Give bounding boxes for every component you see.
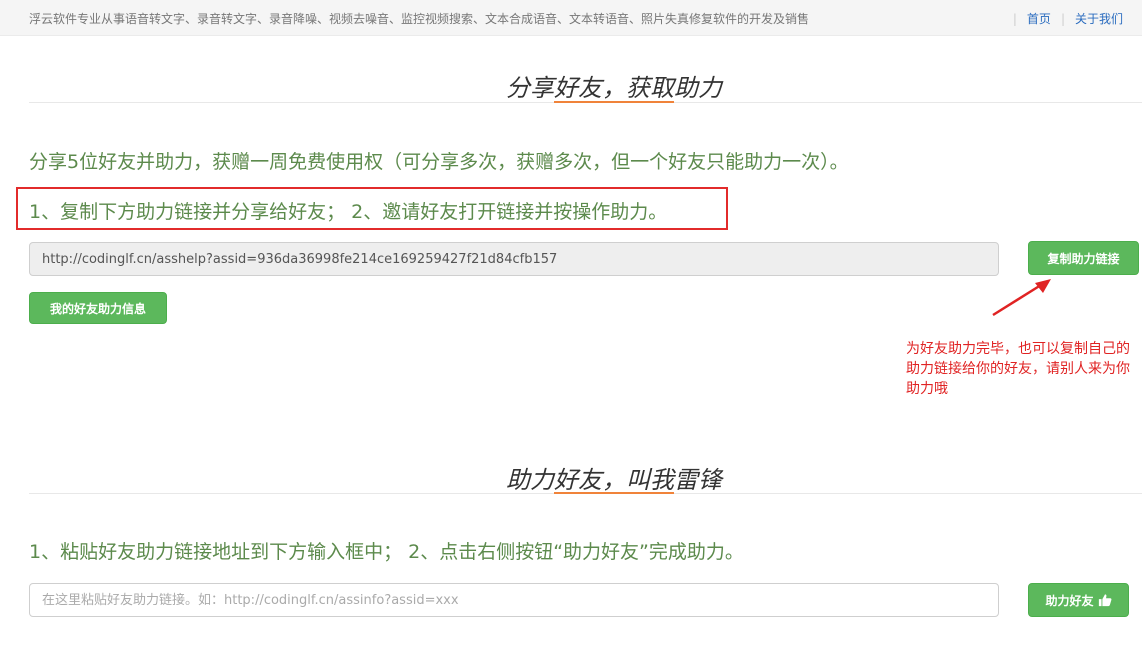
nav-separator: |: [1012, 11, 1017, 26]
nav-separator: |: [1060, 11, 1065, 26]
share-section-title: 分享好友，获取助力: [506, 74, 722, 102]
copy-link-button[interactable]: 复制助力链接: [1028, 241, 1139, 275]
top-nav: | 首页 | 关于我们: [1003, 10, 1123, 27]
copy-link-button-label: 复制助力链接: [1047, 251, 1120, 266]
share-intro-text: 分享5位好友并助力，获赠一周免费使用权（可分享多次，获赠多次，但一个好友只能助力…: [29, 151, 849, 173]
site-description: 浮云软件专业从事语音转文字、录音转文字、录音降噪、视频去噪音、监控视频搜索、文本…: [29, 12, 810, 26]
share-link-field[interactable]: [29, 242, 999, 276]
help-steps-text: 1、粘贴好友助力链接地址到下方输入框中； 2、点击右侧按钮“助力好友”完成助力。: [29, 541, 744, 563]
top-bar: 浮云软件专业从事语音转文字、录音转文字、录音降噪、视频去噪音、监控视频搜索、文本…: [0, 0, 1142, 36]
nav-about-link[interactable]: 关于我们: [1075, 10, 1123, 27]
help-title-underline: [554, 492, 674, 494]
my-friend-help-info-label: 我的好友助力信息: [49, 301, 146, 316]
my-friend-help-info-button[interactable]: 我的好友助力信息: [29, 292, 167, 324]
thumbs-up-icon: [1098, 593, 1112, 607]
annotation-note: 为好友助力完毕，也可以复制自己的助力链接给你的好友，请别人来为你助力哦: [906, 341, 1130, 397]
help-friend-button[interactable]: 助力好友: [1028, 583, 1129, 617]
share-steps-text: 1、复制下方助力链接并分享给好友； 2、邀请好友打开链接并按操作助力。: [29, 201, 668, 223]
friend-link-input[interactable]: [29, 583, 999, 617]
help-friend-button-label: 助力好友: [1045, 593, 1094, 608]
share-title-underline: [554, 101, 674, 103]
help-section-title: 助力好友，叫我雷锋: [506, 466, 722, 494]
annotation-arrow-icon: [992, 279, 1051, 317]
nav-home-link[interactable]: 首页: [1027, 10, 1051, 27]
